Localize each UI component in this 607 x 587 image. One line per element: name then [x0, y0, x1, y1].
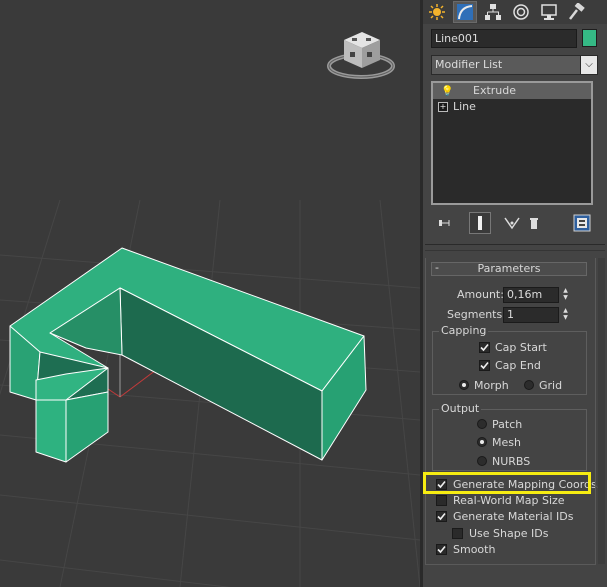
show-end-result-button[interactable] [469, 212, 491, 234]
generate-material-ids-label: Generate Material IDs [453, 510, 574, 523]
checkmark-icon [480, 361, 489, 370]
generate-material-ids-checkbox[interactable] [436, 511, 447, 522]
extruded-line-object[interactable] [9, 247, 367, 463]
morph-radio[interactable] [459, 380, 469, 390]
cap-end-checkbox[interactable] [479, 360, 490, 371]
spinner-down-icon[interactable]: ▼ [561, 314, 570, 321]
modify-arc-icon [457, 4, 473, 20]
real-world-map-size-checkbox[interactable] [436, 495, 447, 506]
motion-icon [513, 4, 529, 20]
morph-label: Morph [474, 379, 509, 392]
show-end-result-icon [478, 216, 482, 230]
smooth-checkbox[interactable] [436, 544, 447, 555]
real-world-map-size-label: Real-World Map Size [453, 494, 565, 507]
cap-start-checkbox[interactable] [479, 342, 490, 353]
mesh-label: Mesh [492, 436, 521, 449]
create-tab[interactable] [425, 1, 449, 23]
object-name-field[interactable]: Line001 [431, 29, 577, 48]
motion-tab[interactable] [509, 1, 533, 23]
spinner-up-icon[interactable]: ▲ [561, 307, 570, 314]
parameters-rollout-header[interactable]: - Parameters [431, 261, 587, 276]
command-panel: Line001 Modifier List ⌵ 💡 Extrude + Line [423, 0, 607, 587]
remove-modifier-button[interactable] [523, 212, 545, 234]
stack-item-label: Line [453, 100, 476, 113]
viewcube-icon[interactable] [327, 32, 395, 79]
object-color-swatch[interactable] [582, 29, 597, 47]
amount-field[interactable]: 0,16m [503, 287, 559, 303]
smooth-label: Smooth [453, 543, 496, 556]
stack-item-extrude[interactable]: 💡 Extrude [433, 83, 591, 99]
capping-title: Capping [439, 324, 489, 337]
grid-label: Grid [539, 379, 563, 392]
modify-tab[interactable] [453, 1, 477, 23]
output-title: Output [439, 402, 482, 415]
spinner-up-icon[interactable]: ▲ [561, 287, 570, 294]
rollout-title: Parameters [477, 262, 541, 275]
use-shape-ids-checkbox[interactable] [452, 528, 463, 539]
amount-spinner[interactable]: ▲ ▼ [561, 287, 570, 302]
remove-modifier-icon [530, 218, 538, 229]
sun-icon [429, 4, 445, 20]
segments-field[interactable]: 1 [503, 307, 559, 323]
make-unique-icon [504, 217, 520, 230]
divider [425, 244, 605, 245]
viewport-scene: x [0, 32, 420, 587]
modifier-stack[interactable]: 💡 Extrude + Line [431, 81, 593, 205]
expand-plus-icon[interactable]: + [438, 102, 448, 112]
use-shape-ids-label: Use Shape IDs [469, 527, 549, 540]
make-unique-button[interactable] [501, 212, 523, 234]
highlight-box [423, 472, 591, 494]
checkmark-icon [437, 512, 446, 521]
pin-stack-button[interactable] [433, 212, 455, 234]
modifier-list-dropdown[interactable]: Modifier List ⌵ [431, 55, 598, 75]
hierarchy-icon [485, 4, 501, 20]
utilities-tab[interactable] [565, 1, 589, 23]
amount-label: Amount: [457, 288, 504, 301]
mesh-radio[interactable] [477, 437, 487, 447]
configure-modifier-sets-icon [573, 214, 591, 232]
segments-spinner[interactable]: ▲ ▼ [561, 307, 570, 322]
segments-label: Segments: [447, 308, 506, 321]
cap-end-label: Cap End [495, 359, 541, 372]
nurbs-label: NURBS [492, 455, 531, 468]
rollout-border-bottom [425, 564, 596, 565]
rollout-border-right [595, 258, 596, 564]
panel-scrollbar[interactable] [598, 258, 605, 564]
spinner-down-icon[interactable]: ▼ [561, 294, 570, 301]
patch-radio[interactable] [477, 419, 487, 429]
chevron-down-icon[interactable]: ⌵ [580, 56, 597, 74]
divider [425, 250, 605, 251]
stack-item-label: Extrude [473, 84, 517, 97]
perspective-viewport[interactable]: x [0, 0, 420, 587]
cap-start-label: Cap Start [495, 341, 547, 354]
modifier-list-label: Modifier List [435, 58, 503, 71]
stack-item-line[interactable]: + Line [433, 99, 591, 115]
grid-radio[interactable] [524, 380, 534, 390]
configure-modifier-sets-button[interactable] [571, 212, 593, 234]
stack-tools [431, 212, 597, 236]
rollout-border-left [425, 258, 426, 564]
display-tab[interactable] [537, 1, 561, 23]
hierarchy-tab[interactable] [481, 1, 505, 23]
pin-stack-icon [439, 220, 450, 226]
lightbulb-icon[interactable]: 💡 [441, 84, 453, 100]
hammer-icon [569, 3, 585, 20]
patch-label: Patch [492, 418, 523, 431]
checkmark-icon [480, 343, 489, 352]
command-panel-tabs [423, 0, 607, 24]
checkmark-icon [437, 545, 446, 554]
display-monitor-icon [541, 4, 557, 20]
nurbs-radio[interactable] [477, 456, 487, 466]
